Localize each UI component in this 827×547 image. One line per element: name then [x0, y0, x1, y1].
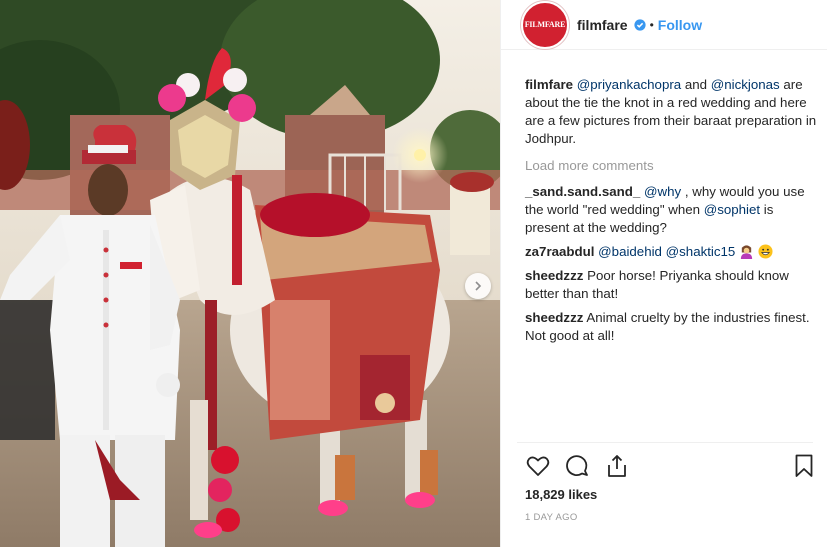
caption-mention[interactable]: @priyankachopra	[577, 77, 681, 92]
post-actions	[525, 453, 817, 479]
comment-mention[interactable]: @sophiet	[704, 202, 760, 217]
comment-username[interactable]: sheedzzz	[525, 268, 583, 283]
caption-username[interactable]: filmfare	[525, 77, 573, 92]
post-side-panel: FILMFARE filmfare • Follow filmfare @pri…	[500, 0, 827, 547]
likes-count[interactable]: 18,829 likes	[525, 487, 597, 502]
comment-icon	[566, 455, 588, 476]
baraat-horse-photo	[0, 0, 500, 547]
next-photo-button[interactable]	[465, 273, 491, 299]
share-icon	[608, 455, 626, 477]
load-more-comments-link[interactable]: Load more comments	[525, 157, 817, 175]
next-arrow-icon	[475, 281, 482, 291]
follow-button[interactable]: Follow	[658, 17, 702, 33]
bookmark-icon	[795, 454, 813, 477]
post-timestamp[interactable]: 1 DAY AGO	[525, 512, 578, 523]
header-separator: •	[649, 17, 654, 32]
comment-mention[interactable]: @baidehid	[598, 244, 662, 259]
comment-mention[interactable]: @why	[644, 184, 681, 199]
grinning-face-icon	[758, 244, 773, 259]
comment-item: za7raabdul @baidehid @shaktic15	[525, 243, 817, 261]
post-caption: filmfare @priyankachopra and @nickjonas …	[525, 76, 817, 148]
save-button[interactable]	[791, 453, 817, 479]
share-button[interactable]	[604, 453, 630, 479]
caption-mention[interactable]: @nickjonas	[711, 77, 780, 92]
heart-icon	[526, 456, 550, 476]
comment-item: sheedzzz Poor horse! Priyanka should kno…	[525, 267, 817, 303]
comment-username[interactable]: za7raabdul	[525, 244, 594, 259]
avatar[interactable]: FILMFARE	[521, 0, 569, 49]
comments-list: filmfare @priyankachopra and @nickjonas …	[525, 76, 817, 351]
avatar-logo-text: FILMFARE	[524, 20, 566, 29]
caption-text: and	[681, 77, 711, 92]
comment-item: sheedzzz Animal cruelty by the industrie…	[525, 309, 817, 345]
post-photo[interactable]	[0, 0, 500, 547]
like-button[interactable]	[525, 453, 551, 479]
post-username[interactable]: filmfare	[577, 17, 628, 33]
woman-gesturing-icon	[740, 245, 753, 259]
comment-button[interactable]	[564, 453, 590, 479]
actions-divider	[517, 442, 813, 443]
verified-badge-icon	[633, 18, 646, 31]
comment-username[interactable]: _sand.sand.sand_	[525, 184, 640, 199]
comment-item: _sand.sand.sand_ @why , why would you us…	[525, 183, 817, 237]
comment-mention[interactable]: @shaktic15	[666, 244, 736, 259]
comment-username[interactable]: sheedzzz	[525, 310, 583, 325]
post-header: FILMFARE filmfare • Follow	[501, 0, 827, 50]
